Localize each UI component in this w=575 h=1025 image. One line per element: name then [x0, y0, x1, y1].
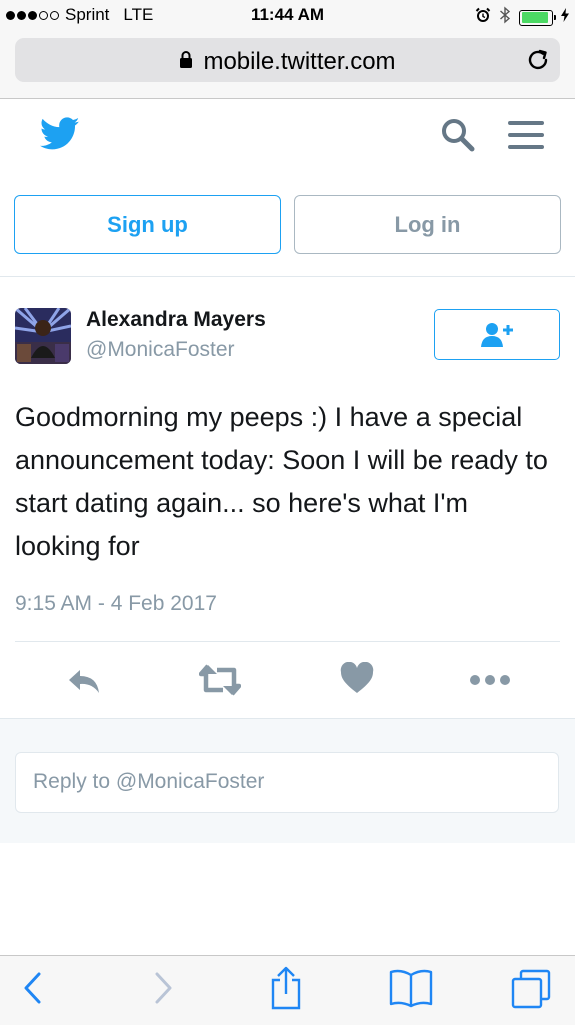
- retweet-icon[interactable]: [198, 662, 242, 703]
- bluetooth-icon: [499, 6, 511, 29]
- status-bar-right: [475, 6, 569, 29]
- search-icon[interactable]: [440, 117, 476, 158]
- reply-section: Reply to @MonicaFoster: [0, 718, 575, 843]
- tabs-icon[interactable]: [510, 968, 552, 1015]
- tweet-text: Goodmorning my peeps :) I have a special…: [15, 402, 548, 561]
- charging-bolt-icon: [561, 8, 569, 27]
- address-bar[interactable]: mobile.twitter.com: [15, 38, 560, 82]
- lock-icon: [179, 47, 193, 75]
- sign-up-button[interactable]: Sign up: [14, 195, 281, 254]
- share-icon[interactable]: [270, 966, 302, 1015]
- more-icon[interactable]: [469, 662, 511, 703]
- author-name[interactable]: Alexandra Mayers: [86, 308, 266, 332]
- battery-icon: [519, 9, 556, 26]
- bookmarks-icon[interactable]: [388, 968, 434, 1013]
- back-chevron-icon[interactable]: [22, 970, 44, 1011]
- url-display[interactable]: mobile.twitter.com: [15, 48, 560, 76]
- browser-toolbar: [0, 955, 575, 1025]
- browser-address-area: mobile.twitter.com: [0, 32, 575, 99]
- divider: [0, 276, 575, 277]
- url-text: mobile.twitter.com: [203, 48, 396, 75]
- log-in-button[interactable]: Log in: [294, 195, 561, 254]
- battery-fill: [521, 12, 548, 23]
- tweet-timestamp[interactable]: 9:15 AM - 4 Feb 2017: [15, 592, 217, 616]
- add-user-icon: [481, 323, 513, 347]
- avatar[interactable]: [15, 308, 71, 364]
- twitter-header: [0, 99, 575, 179]
- status-bar: Sprint LTE 11:44 AM: [0, 0, 575, 32]
- hamburger-menu-icon[interactable]: [508, 119, 544, 156]
- forward-chevron-icon[interactable]: [152, 970, 174, 1011]
- alarm-clock-icon: [475, 7, 491, 28]
- reload-icon[interactable]: [526, 48, 550, 77]
- reply-input[interactable]: Reply to @MonicaFoster: [15, 752, 559, 813]
- reply-icon[interactable]: [66, 662, 102, 703]
- divider: [15, 641, 560, 642]
- twitter-bird-icon[interactable]: [39, 117, 80, 156]
- author-handle[interactable]: @MonicaFoster: [86, 338, 235, 362]
- like-heart-icon[interactable]: [340, 661, 374, 701]
- follow-button[interactable]: [434, 309, 560, 360]
